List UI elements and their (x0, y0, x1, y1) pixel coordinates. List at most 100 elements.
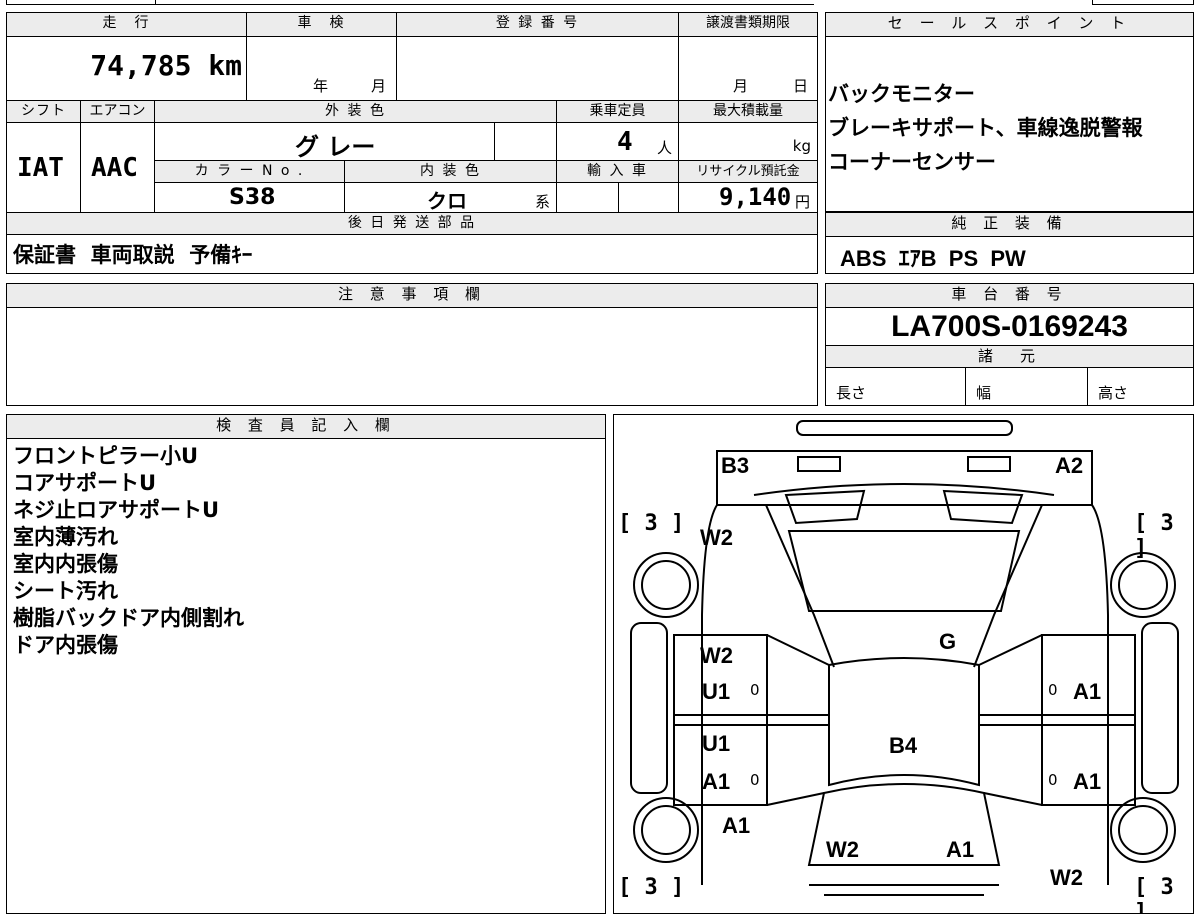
vehicle-info-table: 走 行 車 検 登 録 番 号 譲渡書類期限 74,785 km 年 月 月 日… (6, 12, 818, 274)
bracket-front-left: [ 3 ] (618, 511, 685, 536)
mileage-cell: 74,785 km (7, 37, 247, 101)
chassis-box: 車 台 番 号 LA700S-0169243 諸 元 長さ 幅 高さ (825, 283, 1194, 406)
label-w2-rear-right: W2 (1050, 865, 1083, 890)
zero-marker: 0 (750, 771, 760, 789)
interior-cell: クロ 系 (345, 183, 557, 213)
inspector-item: コアサポートU (13, 471, 157, 495)
transfer-cell: 月 日 (679, 37, 817, 101)
label-a1-rear-door: A1 (702, 769, 731, 794)
exterior-value: グ レー (295, 133, 376, 161)
import-label: 輸 入 車 (557, 161, 679, 183)
colorno-label: カ ラ ー N o . (155, 161, 345, 183)
ac-value: AAC (91, 153, 138, 183)
label-w2-fender: W2 (700, 525, 733, 550)
height-label: 高さ (1098, 384, 1129, 402)
inspector-item: 樹脂バックドア内側割れ (13, 606, 244, 630)
label-u1-rear-door: U1 (702, 731, 731, 756)
registration-cell (397, 37, 679, 101)
inspector-item: フロントピラー小U (13, 444, 199, 468)
colorno-value: S38 (229, 185, 276, 210)
inspection-cell: 年 月 (247, 37, 397, 101)
interior-label: 内 装 色 (345, 161, 557, 183)
inspection-label: 車 検 (247, 13, 397, 37)
top-strip (6, 0, 1194, 6)
shift-cell: IAT (7, 123, 81, 213)
inspector-item: シート汚れ (13, 579, 118, 603)
transfer-month: 月 (733, 77, 749, 95)
width-label: 幅 (976, 384, 992, 402)
transfer-day: 日 (793, 77, 809, 95)
length-cell: 長さ (826, 368, 966, 405)
length-label: 長さ (836, 384, 867, 402)
shift-value: IAT (17, 153, 64, 183)
recycle-label: リサイクル預託金 (679, 161, 817, 183)
label-u1-front-door: U1 (702, 679, 731, 704)
chassis-label: 車 台 番 号 (826, 284, 1193, 308)
bracket-front-right: [ 3 ] (1134, 511, 1174, 561)
registration-label: 登 録 番 号 (397, 13, 679, 37)
label-b3: B3 (721, 453, 750, 478)
exterior-label: 外 装 色 (155, 101, 557, 123)
label-w2-front-door: W2 (700, 643, 733, 668)
capacity-unit: 人 (657, 139, 673, 157)
capacity-cell: 4 人 (557, 123, 679, 161)
label-a1-rear: A1 (946, 837, 975, 862)
damage-diagram: B3 A2 [ 3 ] [ 3 ] W2 G W2 U1 0 0 A1 U1 B… (613, 414, 1194, 914)
label-g-windshield: G (939, 629, 957, 654)
equipment-value: ABS ｴｱB PS PW (840, 246, 1026, 271)
height-cell: 高さ (1088, 368, 1193, 405)
later-parts-value: 保証書 車両取説 予備ｷｰ (13, 243, 253, 267)
sales-point-item: コーナーセンサー (828, 150, 996, 174)
interior-value: クロ (427, 189, 467, 213)
chassis-value: LA700S-0169243 (826, 308, 1193, 346)
exterior-cell: グ レー (155, 123, 495, 161)
ac-label: エアコン (81, 101, 155, 123)
label-a2: A2 (1055, 453, 1084, 478)
later-parts-label: 後 日 発 送 部 品 (7, 213, 817, 235)
maxload-label: 最大積載量 (679, 101, 817, 123)
recycle-unit: 円 (795, 193, 811, 211)
label-a1-right-rear: A1 (1073, 769, 1102, 794)
bracket-rear-left: [ 3 ] (618, 875, 685, 900)
zero-marker: 0 (1048, 681, 1058, 699)
sales-point-item: ブレーキサポート、車線逸脱警報 (828, 116, 1143, 140)
label-a1-quarter: A1 (722, 813, 751, 838)
colorno-cell: S38 (155, 183, 345, 213)
ac-cell: AAC (81, 123, 155, 213)
sales-point-box: セ ー ル ス ポ イ ン ト バックモニター ブレーキサポート、車線逸脱警報 … (825, 12, 1194, 212)
label-a1-right-front: A1 (1073, 679, 1102, 704)
inspection-year: 年 (313, 77, 329, 95)
maxload-unit: kg (792, 137, 811, 155)
label-b4-roof: B4 (889, 733, 918, 758)
notes-label: 注 意 事 項 欄 (7, 284, 817, 308)
inspector-item: 室内内張傷 (13, 552, 118, 576)
inspector-list: フロントピラー小U コアサポートU ネジ止ロアサポートU 室内薄汚れ 室内内張傷… (13, 443, 244, 659)
mileage-label: 走 行 (7, 13, 247, 37)
inspector-label: 検 査 員 記 入 欄 (7, 415, 605, 439)
capacity-value: 4 (617, 127, 633, 157)
width-cell: 幅 (966, 368, 1088, 405)
recycle-value: 9,140 (719, 183, 792, 211)
maxload-cell: kg (679, 123, 817, 161)
inspector-box: 検 査 員 記 入 欄 フロントピラー小U コアサポートU ネジ止ロアサポートU… (6, 414, 606, 914)
sales-point-list: バックモニター ブレーキサポート、車線逸脱警報 コーナーセンサー (828, 77, 1143, 179)
import-cell-b (619, 183, 679, 213)
inspection-month: 月 (371, 77, 387, 95)
capacity-label: 乗車定員 (557, 101, 679, 123)
shift-label: シフト (7, 101, 81, 123)
mileage-value: 74,785 km (90, 49, 242, 82)
label-w2-rear: W2 (826, 837, 859, 862)
zero-marker: 0 (1048, 771, 1058, 789)
import-cell-a (557, 183, 619, 213)
equipment-label: 純 正 装 備 (826, 213, 1193, 237)
zero-marker: 0 (750, 681, 760, 699)
inspector-item: ドア内張傷 (13, 633, 118, 657)
inspector-item: ネジ止ロアサポートU (13, 498, 220, 522)
interior-suffix: 系 (535, 193, 551, 211)
sales-point-label: セ ー ル ス ポ イ ン ト (826, 13, 1193, 37)
notes-box: 注 意 事 項 欄 (6, 283, 818, 406)
equipment-box: 純 正 装 備 ABS ｴｱB PS PW (825, 212, 1194, 274)
inspector-item: 室内薄汚れ (13, 525, 118, 549)
spec-label: 諸 元 (826, 346, 1193, 368)
recycle-cell: 9,140 円 (679, 183, 817, 213)
